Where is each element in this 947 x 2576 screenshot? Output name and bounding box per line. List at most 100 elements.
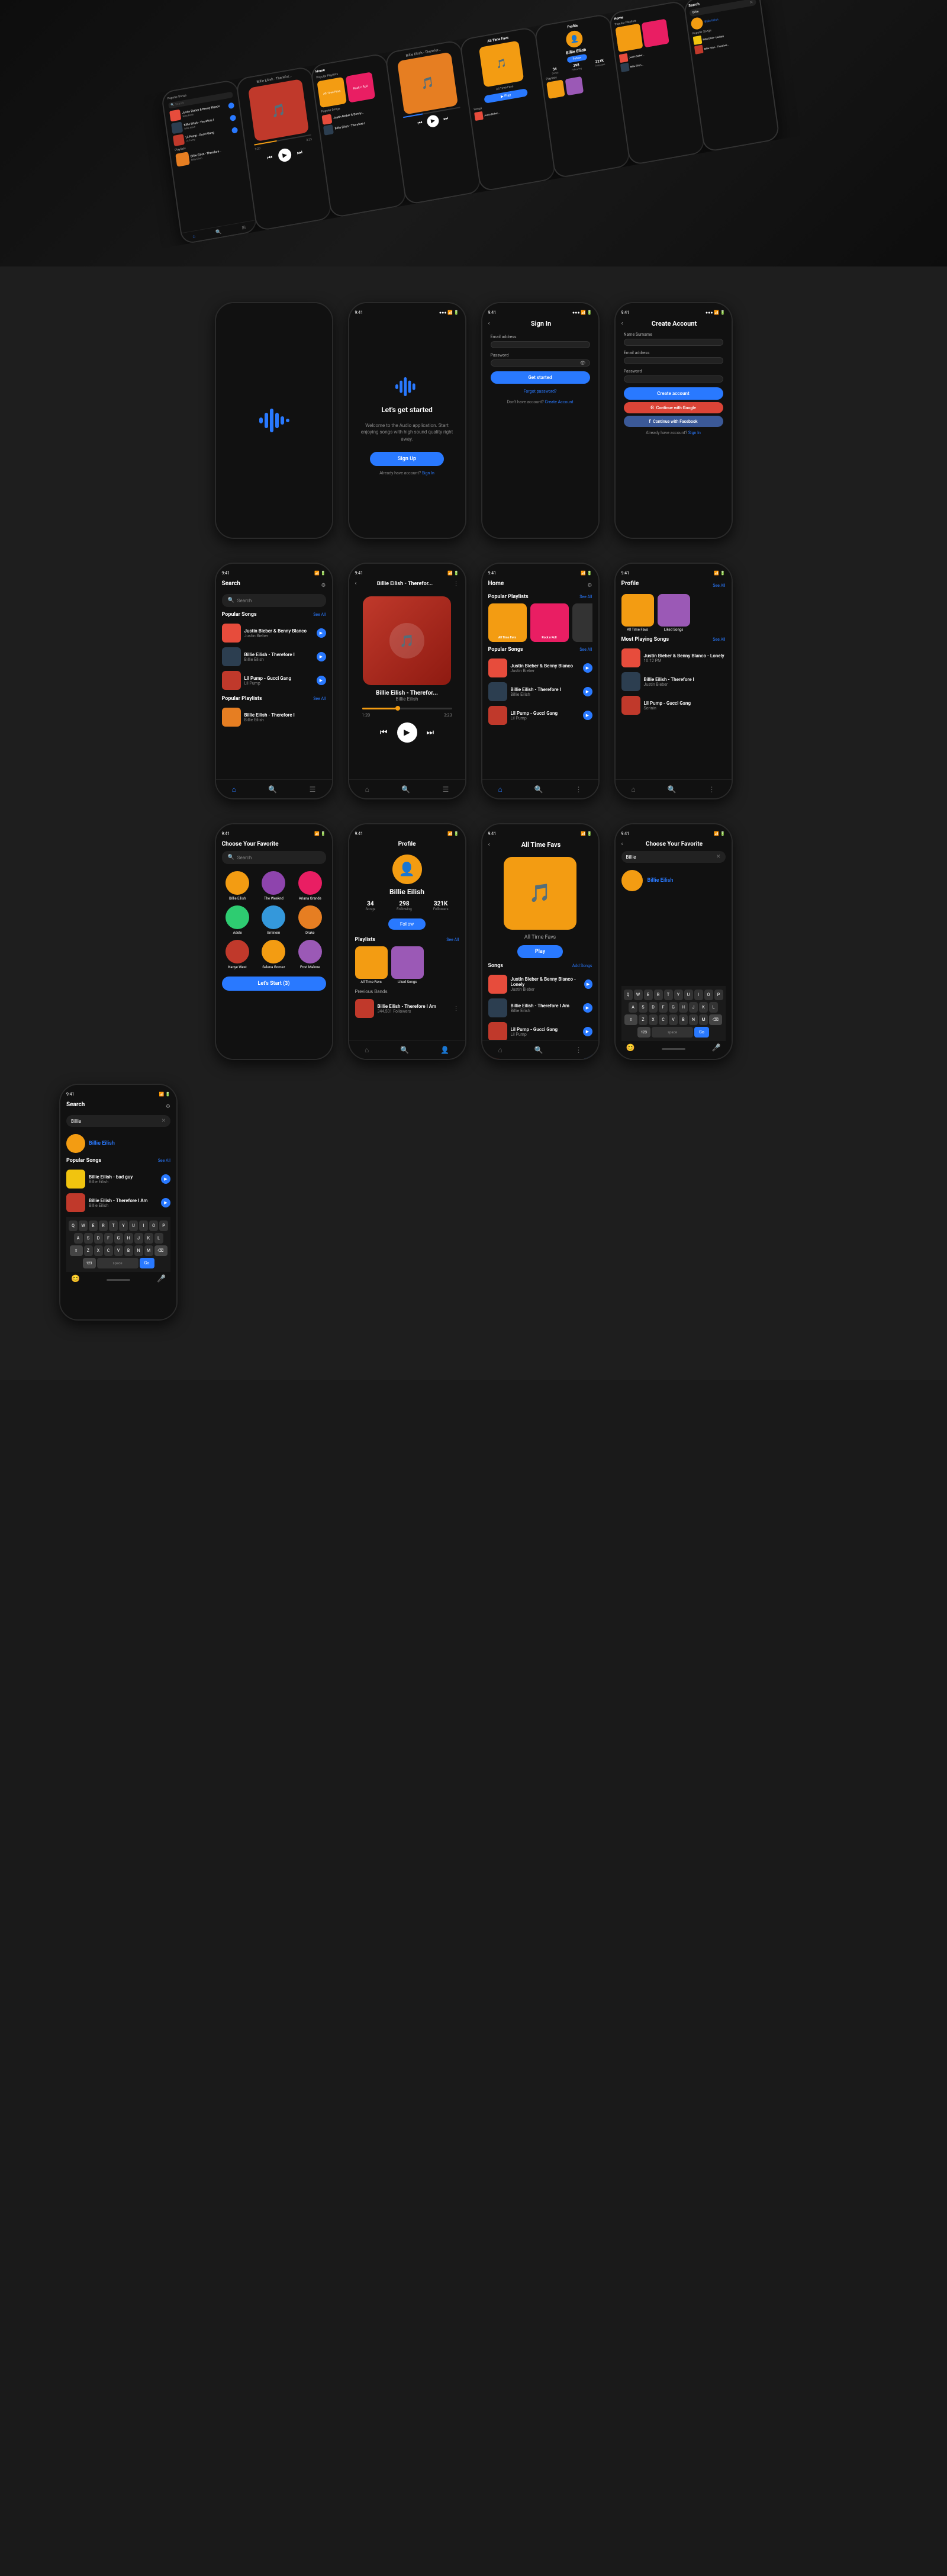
- kb2-key-l[interactable]: L: [154, 1233, 163, 1244]
- key-m[interactable]: M: [699, 1014, 708, 1025]
- profile-playlist-2[interactable]: Liked Songs: [391, 946, 424, 984]
- progress-bar[interactable]: [362, 708, 452, 709]
- kb2-key-b[interactable]: B: [124, 1245, 133, 1256]
- key-g[interactable]: G: [669, 1002, 678, 1013]
- kb2-key-e[interactable]: E: [89, 1220, 98, 1231]
- key-o[interactable]: O: [704, 990, 713, 1000]
- mic-btn-2[interactable]: 🎤: [157, 1274, 166, 1283]
- home-nav-2[interactable]: ⌂: [365, 785, 369, 794]
- get-started-btn[interactable]: Get started: [491, 371, 590, 384]
- key-u[interactable]: U: [684, 990, 693, 1000]
- key-backspace[interactable]: ⌫: [709, 1014, 722, 1025]
- playlist-card-2[interactable]: Rock n Roll: [530, 603, 569, 642]
- key-r[interactable]: R: [654, 990, 663, 1000]
- kb2-key-z[interactable]: Z: [84, 1245, 93, 1256]
- artist-ariana[interactable]: Ariana Grande: [294, 871, 326, 901]
- playlist-thumb-2[interactable]: Liked Songs: [658, 594, 690, 632]
- emoji-btn-2[interactable]: 😊: [71, 1274, 80, 1283]
- kb2-key-shift[interactable]: ⇧: [70, 1245, 83, 1256]
- kb2-key-o[interactable]: O: [149, 1220, 158, 1231]
- profile-playlist-1[interactable]: All Time Favs: [355, 946, 388, 984]
- key-s[interactable]: S: [639, 1002, 648, 1013]
- key-go[interactable]: Go: [694, 1027, 709, 1038]
- password-input-2[interactable]: [624, 375, 723, 383]
- kb2-key-s[interactable]: S: [84, 1233, 93, 1244]
- play-playlist-btn[interactable]: Play: [517, 945, 563, 958]
- forgot-password[interactable]: Forgot password?: [491, 388, 590, 394]
- kb2-key-v[interactable]: V: [114, 1245, 123, 1256]
- search-nav-2[interactable]: 🔍: [401, 785, 410, 794]
- key-t[interactable]: T: [664, 990, 673, 1000]
- search-nav-1[interactable]: 🔍: [268, 785, 277, 794]
- kb2-key-g[interactable]: G: [114, 1233, 123, 1244]
- kb2-key-u[interactable]: U: [129, 1220, 138, 1231]
- artist-selena[interactable]: Selena Gomez: [258, 940, 289, 969]
- search-bar-1[interactable]: 🔍 Search: [222, 594, 326, 607]
- kb2-key-x[interactable]: X: [94, 1245, 103, 1256]
- kb2-key-h[interactable]: H: [124, 1233, 133, 1244]
- key-z[interactable]: Z: [639, 1014, 648, 1025]
- key-i[interactable]: I: [694, 990, 703, 1000]
- kb2-key-j[interactable]: J: [134, 1233, 143, 1244]
- kb2-key-p[interactable]: P: [159, 1220, 168, 1231]
- artist-drake[interactable]: Drake: [294, 905, 326, 935]
- kb2-key-go[interactable]: Go: [140, 1258, 154, 1268]
- artist-weeknd[interactable]: The Weeknd: [258, 871, 289, 901]
- key-x[interactable]: X: [649, 1014, 658, 1025]
- kb2-key-m[interactable]: M: [144, 1245, 153, 1256]
- sign-up-button[interactable]: Sign Up: [370, 452, 444, 466]
- kb2-key-y[interactable]: Y: [119, 1220, 128, 1231]
- google-btn[interactable]: G Continue with Google: [624, 402, 723, 413]
- mic-btn[interactable]: 🎤: [712, 1043, 721, 1052]
- search-kb-input[interactable]: Billie ✕: [66, 1115, 170, 1127]
- playlist-card-1[interactable]: All Time Favs: [488, 603, 527, 642]
- kb2-key-backspace[interactable]: ⌫: [154, 1245, 168, 1256]
- kb2-key-k[interactable]: K: [144, 1233, 153, 1244]
- key-space[interactable]: space: [652, 1027, 693, 1038]
- kb2-key-q[interactable]: Q: [69, 1220, 78, 1231]
- playlist-thumb-1[interactable]: All Time Favs: [621, 594, 654, 632]
- artist-eminem[interactable]: Eminem: [258, 905, 289, 935]
- emoji-btn[interactable]: 😊: [626, 1043, 635, 1052]
- key-v[interactable]: V: [669, 1014, 678, 1025]
- key-y[interactable]: Y: [674, 990, 683, 1000]
- kb2-key-r[interactable]: R: [99, 1220, 108, 1231]
- see-all-1[interactable]: See All: [313, 612, 326, 617]
- kb2-key-t[interactable]: T: [109, 1220, 118, 1231]
- name-input[interactable]: [624, 339, 723, 346]
- kb2-key-d[interactable]: D: [94, 1233, 103, 1244]
- menu-nav-1[interactable]: ☰: [310, 785, 316, 794]
- artist-kanye[interactable]: Kanye West: [222, 940, 253, 969]
- key-e[interactable]: E: [644, 990, 653, 1000]
- create-btn[interactable]: Create account: [624, 387, 723, 400]
- kb2-key-a[interactable]: A: [74, 1233, 83, 1244]
- kb2-key-f[interactable]: F: [104, 1233, 113, 1244]
- key-q[interactable]: Q: [624, 990, 633, 1000]
- artist-post-malone[interactable]: Post Malone: [294, 940, 326, 969]
- key-shift[interactable]: ⇧: [624, 1014, 637, 1025]
- playlist-card-3[interactable]: [572, 603, 592, 642]
- email-input-2[interactable]: [624, 357, 723, 364]
- choose-fav-search[interactable]: 🔍 Search: [222, 851, 326, 864]
- kb2-key-i[interactable]: I: [139, 1220, 148, 1231]
- billie-result[interactable]: Billie Eilish: [621, 868, 726, 894]
- menu-nav-2[interactable]: ☰: [443, 785, 449, 794]
- prev-btn[interactable]: ⏮: [380, 728, 388, 737]
- key-h[interactable]: H: [679, 1002, 688, 1013]
- kb2-key-c[interactable]: C: [104, 1245, 113, 1256]
- play-btn-2[interactable]: ▶: [317, 652, 326, 661]
- play-btn-1[interactable]: ▶: [317, 628, 326, 638]
- kb2-key-space[interactable]: space: [97, 1258, 138, 1268]
- play-btn-3[interactable]: ▶: [317, 676, 326, 685]
- lets-start-btn[interactable]: Let's Start (3): [222, 977, 326, 991]
- artist-adele[interactable]: Adele: [222, 905, 253, 935]
- key-c[interactable]: C: [659, 1014, 668, 1025]
- choose-fav-kb-search[interactable]: Billie ✕: [621, 851, 726, 863]
- play-pause-btn[interactable]: ▶: [397, 722, 417, 743]
- follow-btn[interactable]: Follow: [388, 918, 426, 930]
- key-b[interactable]: B: [679, 1014, 688, 1025]
- key-k[interactable]: K: [699, 1002, 708, 1013]
- key-w[interactable]: W: [634, 990, 643, 1000]
- key-p[interactable]: P: [714, 990, 723, 1000]
- key-l[interactable]: L: [709, 1002, 718, 1013]
